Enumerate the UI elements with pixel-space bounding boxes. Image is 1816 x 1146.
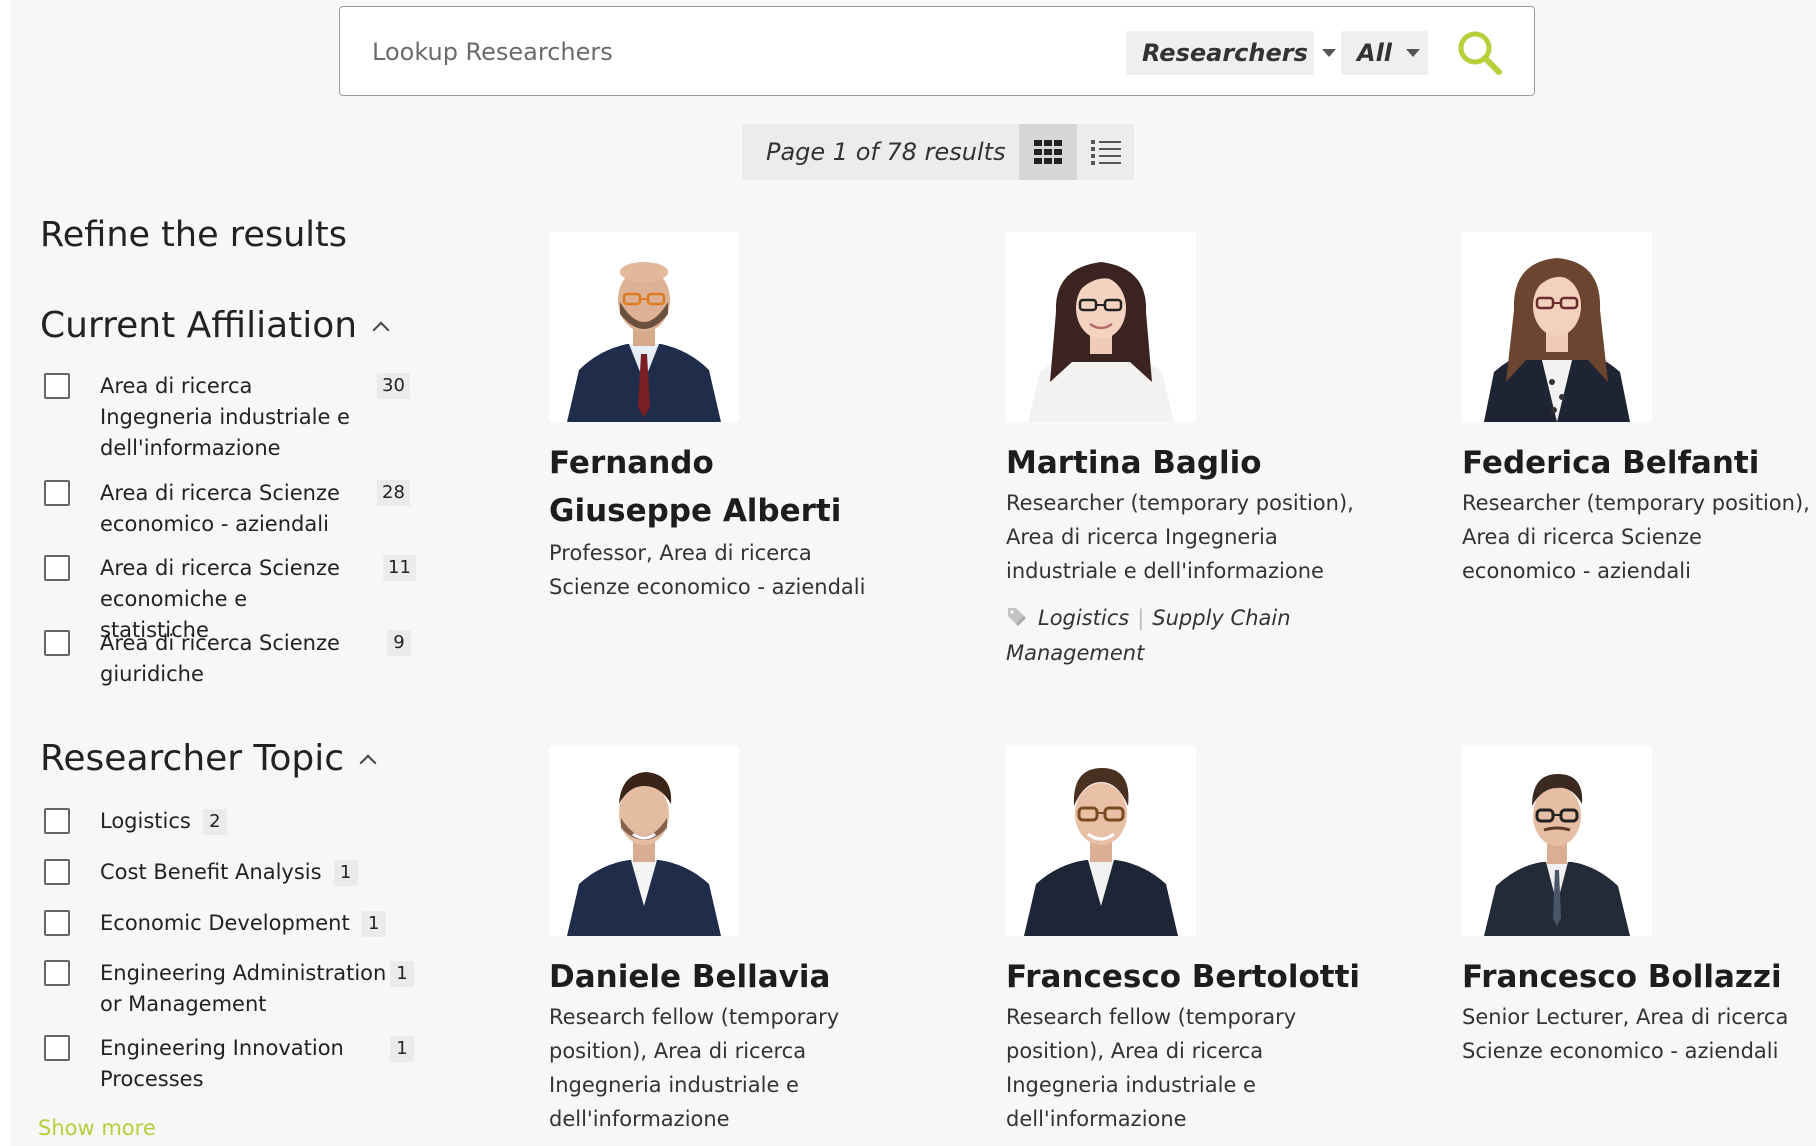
facet-topic-5[interactable]: Engineering Innovation Processes (44, 1033, 360, 1095)
researcher-role: Professor, Area di ricerca Scienze econo… (549, 541, 866, 599)
checkbox[interactable] (44, 555, 70, 581)
facet-count: 1 (333, 860, 358, 886)
results-pager: Page 1 of 78 results (742, 124, 1134, 180)
checkbox[interactable] (44, 630, 70, 656)
scope-dropdown[interactable]: All (1341, 31, 1428, 75)
chevron-up-icon (359, 754, 377, 771)
list-view-icon (1090, 140, 1121, 165)
facet-count: 1 (361, 911, 386, 937)
chevron-up-icon (372, 321, 390, 338)
researcher-portrait (1462, 232, 1652, 422)
facet-label: Area di ricerca Scienze giuridiche (100, 631, 340, 686)
search-button[interactable] (1452, 25, 1508, 81)
topic-tag-link[interactable]: Logistics (1038, 606, 1129, 630)
researcher-name[interactable]: Francesco Bollazzi (1462, 953, 1802, 1001)
researcher-portrait (1462, 746, 1652, 936)
checkbox[interactable] (44, 960, 70, 986)
facet-count: 9 (387, 630, 411, 656)
topic-heading: Researcher Topic (40, 738, 345, 779)
facet-topic-1[interactable]: Logistics 2 (44, 806, 227, 837)
researcher-portrait (1006, 232, 1196, 422)
researcher-photo[interactable] (549, 232, 739, 422)
checkbox[interactable] (44, 808, 70, 834)
researcher-portrait (549, 746, 739, 936)
grid-view-button[interactable] (1019, 124, 1077, 180)
researcher-role: Research fellow (temporary position), Ar… (549, 1005, 840, 1131)
refine-title: Refine the results (40, 215, 347, 255)
facet-label: Cost Benefit Analysis (100, 860, 322, 884)
facet-affiliation-4[interactable]: Area di ricerca Scienze giuridiche (44, 628, 360, 690)
tag-icon (1008, 608, 1026, 626)
checkbox[interactable] (44, 373, 70, 399)
grid-view-icon (1034, 140, 1062, 164)
researcher-name[interactable]: Daniele Bellavia (549, 953, 909, 1001)
search-input[interactable] (370, 31, 1114, 73)
researcher-photo[interactable] (1462, 232, 1652, 422)
facet-affiliation-1[interactable]: Area di ricerca Ingegneria industriale e… (44, 371, 360, 464)
type-dropdown-label: Researchers (1142, 39, 1308, 67)
facet-label: Engineering Administration or Management (100, 961, 387, 1016)
researcher-photo[interactable] (549, 746, 739, 936)
chevron-down-icon (1321, 49, 1336, 57)
tag-separator: | (1137, 606, 1145, 630)
type-dropdown[interactable]: Researchers (1126, 31, 1336, 75)
facet-affiliation-2[interactable]: Area di ricerca Scienze economico - azie… (44, 478, 360, 540)
facet-count: 2 (202, 809, 227, 835)
researcher-role: Senior Lecturer, Area di ricerca Scienze… (1462, 1005, 1789, 1063)
researcher-role: Researcher (temporary position), Area di… (1006, 491, 1354, 583)
facet-label: Engineering Innovation Processes (100, 1036, 344, 1091)
results-count: Page 1 of 78 results (766, 138, 1006, 166)
facet-topic-4[interactable]: Engineering Administration or Management (44, 958, 390, 1020)
researcher-photo[interactable] (1006, 232, 1196, 422)
facet-count: 1 (390, 1036, 414, 1062)
researcher-name[interactable]: Francesco Bertolotti (1006, 953, 1386, 1001)
show-more-link[interactable]: Show more (38, 1116, 156, 1140)
results-page: Researchers All Page 1 of 78 results (10, 0, 1816, 1146)
affiliation-heading: Current Affiliation (40, 305, 358, 346)
facet-topic-2[interactable]: Cost Benefit Analysis 1 (44, 857, 358, 888)
facet-label: Economic Development (100, 911, 350, 935)
checkbox[interactable] (44, 910, 70, 936)
search-icon (1458, 31, 1502, 75)
facet-count: 11 (383, 555, 416, 581)
checkbox[interactable] (44, 480, 70, 506)
facet-topic-3[interactable]: Economic Development 1 (44, 908, 386, 939)
researcher-role: Research fellow (temporary position), Ar… (1006, 1005, 1297, 1131)
facet-count: 30 (377, 373, 410, 399)
facet-label: Area di ricerca Ingegneria industriale e… (100, 374, 350, 460)
researcher-photo[interactable] (1462, 746, 1652, 936)
checkbox[interactable] (44, 1035, 70, 1061)
list-view-button[interactable] (1077, 124, 1134, 180)
scope-dropdown-label: All (1357, 39, 1393, 67)
researcher-name[interactable]: Fernando Giuseppe Alberti (549, 439, 879, 535)
researcher-name[interactable]: Federica Belfanti (1462, 439, 1812, 487)
researcher-topics: Logistics | Supply Chain Management (1006, 601, 1346, 671)
researcher-name[interactable]: Martina Baglio (1006, 439, 1366, 487)
facet-count: 28 (377, 480, 410, 506)
researcher-photo[interactable] (1006, 746, 1196, 936)
researcher-portrait (1006, 746, 1196, 936)
chevron-down-icon (1406, 49, 1421, 57)
researcher-portrait (549, 232, 739, 422)
search-bar: Researchers All (339, 6, 1535, 96)
facet-count: 1 (390, 961, 414, 987)
researcher-role: Researcher (temporary position), Area di… (1462, 491, 1810, 583)
topic-facet-header[interactable]: Researcher Topic (40, 738, 377, 779)
facet-label: Area di ricerca Scienze economico - azie… (100, 481, 340, 536)
affiliation-facet-header[interactable]: Current Affiliation (40, 305, 390, 346)
checkbox[interactable] (44, 859, 70, 885)
facet-label: Logistics (100, 809, 191, 833)
